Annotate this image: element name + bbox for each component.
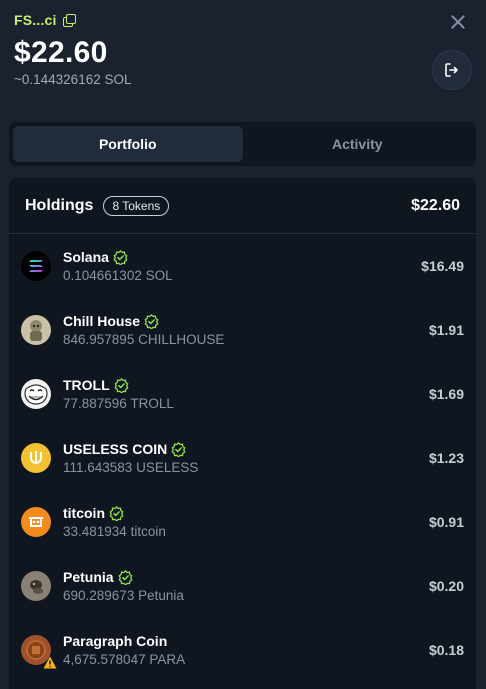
verified-icon — [144, 313, 159, 329]
solana-icon — [21, 251, 51, 281]
holdings-header: Holdings 8 Tokens $22.60 — [9, 178, 476, 234]
paragraph-coin-icon — [21, 635, 57, 669]
logout-icon — [445, 63, 458, 77]
chill-house-icon — [21, 315, 51, 345]
token-value: $1.69 — [428, 386, 464, 402]
token-name: Petunia — [63, 569, 114, 585]
holdings-title: Holdings — [25, 196, 94, 214]
token-row-petunia[interactable]: Petunia 690.289673 Petunia $0.20 — [9, 554, 476, 618]
token-value: $0.18 — [428, 642, 464, 658]
token-name: Chill House — [63, 313, 141, 329]
troll-face-icon — [21, 379, 51, 409]
token-row-titcoin[interactable]: titcoin 33.481934 titcoin $0.91 — [9, 490, 476, 554]
wallet-header: FS...ci $22.60 ~0.144326162 SOL — [14, 12, 472, 122]
verified-icon — [113, 249, 128, 265]
holdings-panel: Holdings 8 Tokens $22.60 Solana 0.104661… — [9, 178, 476, 689]
verified-icon — [109, 505, 124, 521]
close-icon[interactable] — [448, 12, 468, 32]
token-amount: 0.104661302 SOL — [63, 268, 173, 283]
token-amount: 846.957895 CHILLHOUSE — [63, 332, 225, 347]
token-amount: 33.481934 titcoin — [63, 524, 166, 539]
verified-icon — [171, 441, 186, 457]
token-value: $1.23 — [428, 450, 464, 466]
token-value: $16.49 — [421, 258, 464, 274]
token-value: $1.91 — [428, 322, 464, 338]
token-row-useless-coin[interactable]: USELESS COIN 111.643583 USELESS $1.23 — [9, 426, 476, 490]
holdings-total: $22.60 — [411, 196, 460, 214]
token-row-troll[interactable]: TROLL 77.887596 TROLL $1.69 — [9, 362, 476, 426]
total-balance: $22.60 — [14, 36, 108, 69]
token-row-solana[interactable]: Solana 0.104661302 SOL $16.49 — [9, 234, 476, 298]
verified-icon — [118, 569, 133, 585]
token-row-paragraph-coin[interactable]: Paragraph Coin 4,675.578047 PARA $0.18 — [9, 618, 476, 682]
token-name: Solana — [63, 249, 109, 265]
verified-icon — [114, 377, 129, 393]
tab-bar: Portfolio Activity — [9, 122, 476, 166]
petunia-icon — [21, 571, 51, 601]
wallet-address: FS...ci — [14, 12, 57, 28]
token-name: titcoin — [63, 505, 105, 521]
token-name: TROLL — [63, 377, 110, 393]
tab-portfolio[interactable]: Portfolio — [13, 126, 243, 162]
titcoin-icon — [21, 507, 51, 537]
sol-balance: ~0.144326162 SOL — [14, 72, 132, 87]
token-amount: 77.887596 TROLL — [63, 396, 174, 411]
token-amount: 111.643583 USELESS — [63, 460, 199, 475]
token-value: $0.91 — [428, 514, 464, 530]
logout-button[interactable] — [432, 50, 472, 90]
token-amount: 4,675.578047 PARA — [63, 652, 186, 667]
copy-icon[interactable] — [62, 14, 76, 27]
token-name: USELESS COIN — [63, 441, 168, 457]
useless-coin-icon — [21, 443, 51, 473]
token-value: $0.20 — [428, 578, 464, 594]
warning-icon — [43, 656, 57, 669]
token-count-badge: 8 Tokens — [103, 195, 170, 216]
token-row-chill-house[interactable]: Chill House 846.957895 CHILLHOUSE $1.91 — [9, 298, 476, 362]
token-amount: 690.289673 Petunia — [63, 588, 184, 603]
tab-activity[interactable]: Activity — [243, 126, 473, 162]
token-name: Paragraph Coin — [63, 633, 168, 649]
wallet-address-row: FS...ci — [14, 12, 472, 28]
